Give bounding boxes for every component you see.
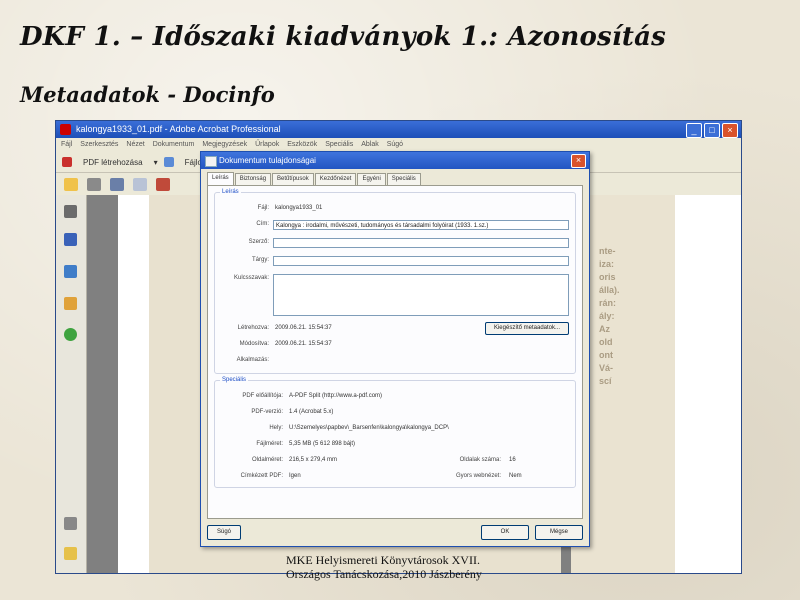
page-count-value: 16 [509,457,516,463]
tab-initial-view[interactable]: Kezdőnézet [314,173,357,185]
fast-web-view-value: Nem [509,473,522,479]
modified-value: 2009.06.21. 15:54:37 [275,341,332,347]
title-field[interactable]: Kalongya : irodalmi, művészeti, tudomány… [273,220,569,230]
producer-value: A-PDF Split (http://www.a-pdf.com) [289,393,383,399]
description-panel: Leírás Fájl: kalongya1933_01 Cím: Kalong… [207,185,583,519]
app-menubar: Fájl Szerkesztés Nézet Dokumentum Megjeg… [56,138,741,152]
advanced-group: Speciális PDF előállítója: A-PDF Split (… [214,376,576,488]
document-properties-dialog: Dokumentum tulajdonságai × Leírás Bizton… [200,151,590,547]
file-size-value: 5,35 MB (5 612 898 bájt) [289,441,356,447]
file-label: Fájl: [257,205,269,211]
slide-subtitle: Metaadatok - Docinfo [20,82,275,107]
location-value: U:\Szemelyes\papbev\_Barsenfen\kalongya\… [289,425,449,431]
dialog-titlebar: Dokumentum tulajdonságai × [201,152,589,169]
print-icon[interactable] [87,177,101,191]
bookmarks-icon[interactable] [64,233,77,246]
modified-label: Módosítva: [239,341,269,347]
pages-icon[interactable] [64,205,77,218]
footer-line: MKE Helyismereti Könyvtárosok XVII. [286,553,480,567]
paperclip-icon[interactable] [64,517,77,530]
signatures-icon[interactable] [64,265,77,278]
navigation-pane [56,195,87,573]
file-value: kalongya1933_01 [275,205,323,211]
page-count-label: Oldalak száma: [459,457,501,463]
dialog-title: Dokumentum tulajdonságai [219,156,316,165]
pdf-version-label: PDF-verzió: [251,409,283,415]
ok-button[interactable]: OK [481,525,529,540]
description-group: Leírás Fájl: kalongya1933_01 Cím: Kalong… [214,188,576,374]
menu-view[interactable]: Nézet [126,138,144,152]
subject-label: Tárgy: [251,257,269,263]
open-folder-icon[interactable] [64,177,78,191]
tab-description[interactable]: Leírás [207,172,234,186]
combine-files-icon [163,157,174,167]
keywords-field[interactable] [273,274,569,316]
author-field[interactable] [273,238,569,248]
menu-file[interactable]: Fájl [61,138,72,152]
chevron-down-icon[interactable]: ▾ [154,158,158,167]
application-label: Alkalmazás: [236,357,269,363]
menu-comments[interactable]: Megjegyzések [202,138,247,152]
email-icon[interactable] [133,177,147,191]
create-pdf-button[interactable]: PDF létrehozása [78,156,148,169]
app-titlebar: kalongya1933_01.pdf - Adobe Acrobat Prof… [56,121,741,138]
created-value: 2009.06.21. 15:54:37 [275,325,332,331]
menu-tools[interactable]: Eszközök [287,138,317,152]
attachments-icon[interactable] [64,297,77,310]
producer-label: PDF előállítója: [242,393,283,399]
tab-advanced[interactable]: Speciális [386,173,421,185]
organizer-icon[interactable] [156,177,170,191]
help-button[interactable]: Súgó [207,525,241,540]
title-label: Cím: [256,221,269,227]
keywords-label: Kulcsszavak: [233,275,269,281]
page-size-value: 216,5 x 279,4 mm [289,457,338,463]
help-icon[interactable] [64,328,77,341]
tab-custom[interactable]: Egyéni [357,173,386,185]
menu-edit[interactable]: Szerkesztés [80,138,118,152]
menu-help[interactable]: Súgó [387,138,403,152]
file-size-label: Fájlméret: [256,441,283,447]
author-label: Szerző: [248,239,269,245]
tab-fonts[interactable]: Betűtípusok [272,173,314,185]
description-legend: Leírás [220,188,241,197]
pdf-version-value: 1.4 (Acrobat 5.x) [289,409,334,415]
tagged-pdf-label: Címkézett PDF: [240,473,283,479]
app-window-title: kalongya1933_01.pdf - Adobe Acrobat Prof… [76,124,281,134]
additional-metadata-button[interactable]: Kiegészítő metaadatok... [485,322,569,335]
close-icon[interactable]: × [571,154,586,168]
comments-icon[interactable] [64,547,77,560]
created-label: Létrehozva: [237,325,269,331]
menu-document[interactable]: Dokumentum [153,138,195,152]
menu-advanced[interactable]: Speciális [325,138,353,152]
minimize-icon[interactable]: _ [686,123,702,138]
tagged-pdf-value: Igen [289,473,301,479]
close-icon[interactable]: × [722,123,738,138]
document-icon [205,156,217,167]
menu-window[interactable]: Ablak [361,138,379,152]
slide-footer: MKE Helyismereti Könyvtárosok XVII. Orsz… [286,553,482,581]
page-size-label: Oldalméret: [251,457,283,463]
subject-field[interactable] [273,256,569,266]
location-label: Hely: [269,425,283,431]
menu-forms[interactable]: Űrlapok [255,138,279,152]
maximize-icon[interactable]: □ [704,123,720,138]
tab-security[interactable]: Biztonság [234,173,272,185]
pdf-icon [62,157,72,167]
acrobat-icon [60,124,71,135]
right-blank-area [675,195,741,573]
footer-line: Országos Tanácskozása,2010 Jászberény [286,567,482,581]
cancel-button[interactable]: Mégse [535,525,583,540]
dialog-tabs: Leírás Biztonság Betűtípusok Kezdőnézet … [207,172,422,186]
save-icon[interactable] [110,177,124,191]
slide-title: DKF 1. – Időszaki kiadványok 1.: Azonosí… [20,22,666,52]
advanced-legend: Speciális [220,376,249,385]
fast-web-view-label: Gyors webnézet: [455,473,501,479]
